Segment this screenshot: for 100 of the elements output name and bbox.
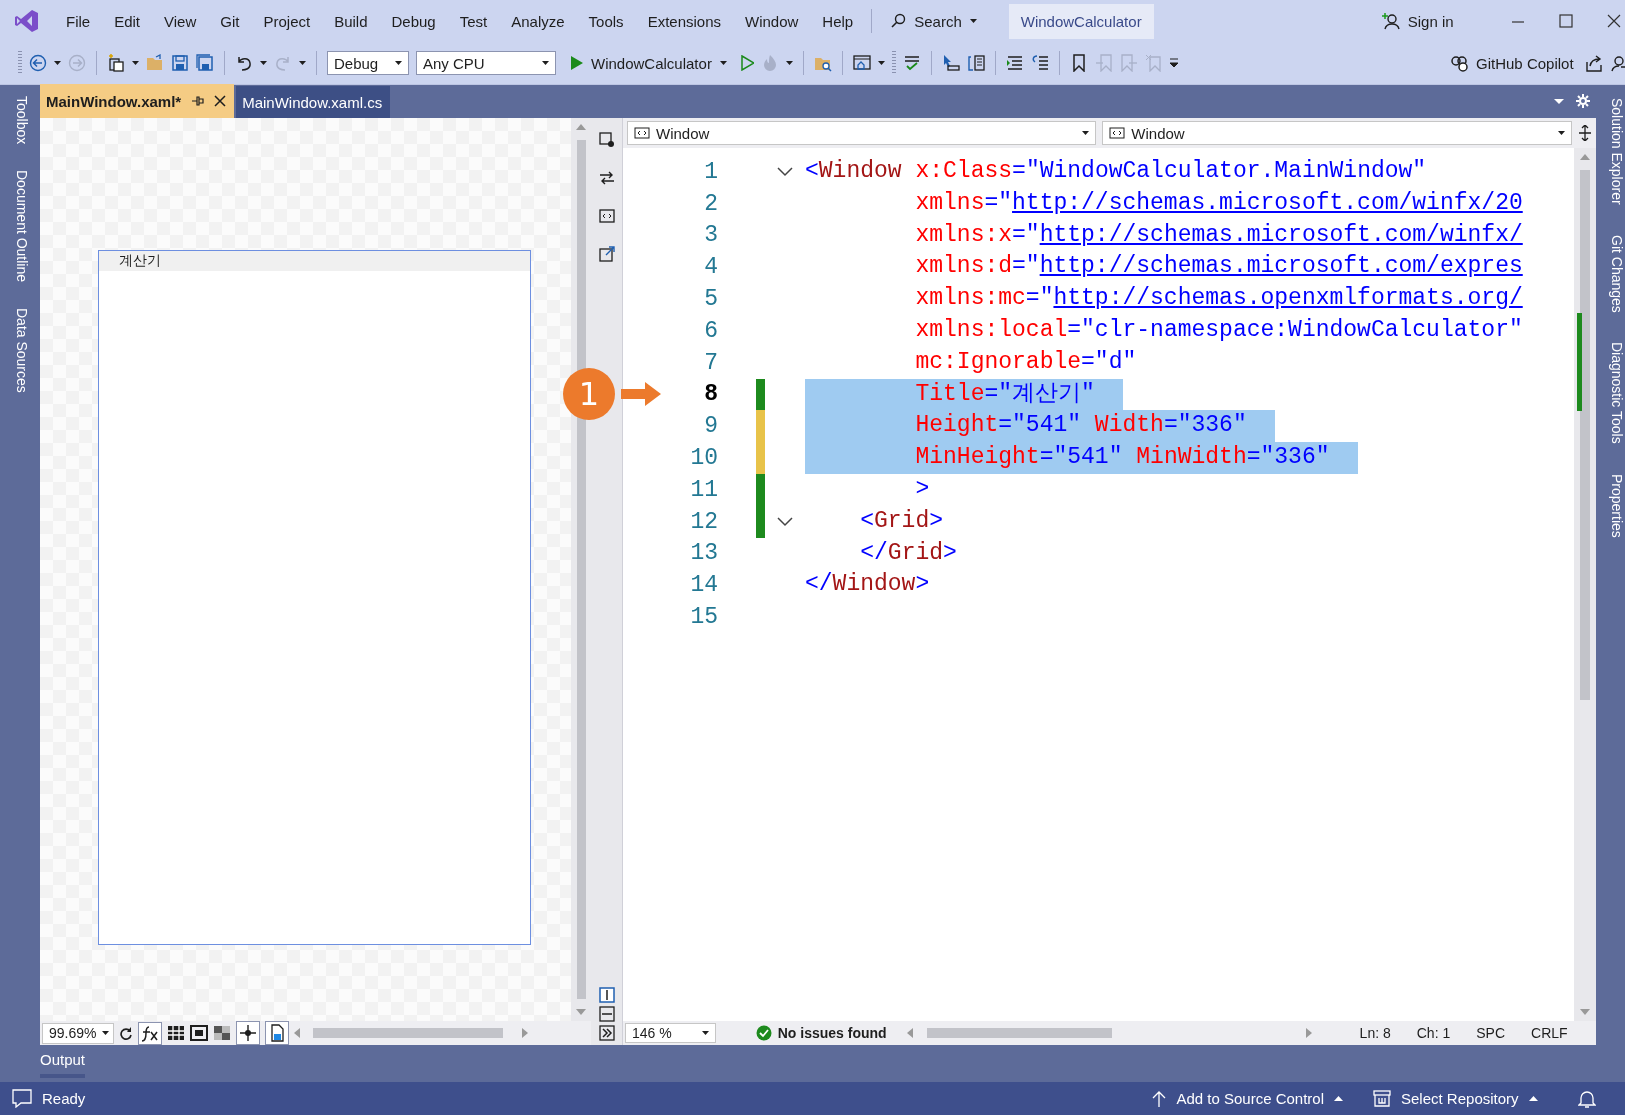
caret-icon bbox=[969, 19, 977, 23]
notification-bell-icon[interactable] bbox=[1577, 1089, 1596, 1108]
menu-item[interactable]: Build bbox=[322, 7, 380, 35]
line-number: 3 bbox=[704, 222, 718, 249]
scrollbar-thumb[interactable] bbox=[926, 1028, 1112, 1038]
issues-status[interactable]: No issues found bbox=[777, 1025, 887, 1041]
maximize-icon[interactable] bbox=[1558, 14, 1573, 28]
feedback-icon[interactable] bbox=[1609, 54, 1625, 72]
outdent-icon[interactable] bbox=[1030, 54, 1049, 72]
visual-studio-logo[interactable] bbox=[14, 8, 40, 34]
menu-item[interactable]: Analyze bbox=[499, 7, 577, 35]
collapse-pane-icon[interactable] bbox=[598, 1025, 615, 1041]
menu-item[interactable]: Extensions bbox=[635, 7, 733, 35]
line-number: 13 bbox=[690, 540, 718, 567]
undo-icon[interactable] bbox=[235, 54, 253, 72]
function-icon bbox=[141, 1024, 160, 1042]
refresh-icon[interactable] bbox=[119, 1026, 134, 1040]
back-icon[interactable] bbox=[29, 54, 47, 72]
menu-item[interactable]: Project bbox=[251, 7, 323, 35]
popout-icon[interactable] bbox=[598, 246, 615, 262]
line-number: 11 bbox=[690, 476, 718, 503]
settings-icon[interactable] bbox=[1575, 94, 1590, 108]
document-columns-icon[interactable] bbox=[966, 54, 985, 72]
split-handle-icon[interactable] bbox=[1577, 125, 1592, 141]
output-tab[interactable]: Output bbox=[40, 1045, 86, 1078]
caret-icon[interactable] bbox=[785, 61, 793, 65]
tool-window-tab[interactable]: Git Changes bbox=[1603, 230, 1625, 317]
indent-indicator[interactable]: SPC bbox=[1468, 1025, 1513, 1041]
play-outline-icon[interactable] bbox=[739, 55, 754, 71]
menu-item[interactable]: Window bbox=[733, 7, 811, 35]
sign-in-button[interactable]: Sign in bbox=[1371, 7, 1464, 35]
spell-check-icon[interactable] bbox=[902, 54, 921, 72]
save-all-icon[interactable] bbox=[196, 54, 214, 72]
menu-item[interactable]: Test bbox=[447, 7, 500, 35]
line-ending-indicator[interactable]: CRLF bbox=[1523, 1025, 1576, 1041]
new-project-icon[interactable] bbox=[107, 54, 125, 72]
overflow-icon[interactable] bbox=[1169, 58, 1178, 68]
caret-icon[interactable] bbox=[132, 61, 139, 65]
menu-item[interactable]: View bbox=[152, 7, 209, 35]
indent-icon[interactable] bbox=[1005, 54, 1024, 72]
formula-button[interactable] bbox=[138, 1021, 163, 1045]
menu-item[interactable]: Tools bbox=[576, 7, 636, 35]
caret-icon[interactable] bbox=[299, 61, 306, 65]
platform-dropdown[interactable]: Any CPU bbox=[416, 51, 556, 75]
line-indicator[interactable]: Ln: 8 bbox=[1351, 1025, 1399, 1041]
project-code-button[interactable] bbox=[265, 1021, 290, 1045]
start-button[interactable]: WindowCalculator bbox=[563, 54, 733, 72]
zoom-dropdown[interactable]: 99.69% bbox=[42, 1022, 115, 1044]
project-code-icon bbox=[268, 1024, 287, 1042]
caret-icon[interactable] bbox=[260, 61, 267, 65]
code-line: xmlns="http://schemas.microsoft.com/winfx/20 bbox=[914, 188, 1524, 218]
fold-chevron-icon[interactable] bbox=[777, 516, 793, 527]
document-tab[interactable]: MainWindow.xaml* bbox=[40, 84, 235, 118]
code-line: xmlns:local="clr-namespace:WindowCalculator" bbox=[914, 316, 1524, 345]
line-number: 14 bbox=[690, 572, 718, 599]
window-home-icon[interactable] bbox=[852, 54, 871, 72]
column-indicator[interactable]: Ch: 1 bbox=[1408, 1025, 1459, 1041]
source-control-button[interactable]: Add to Source Control bbox=[1152, 1089, 1343, 1108]
menu-item[interactable]: File bbox=[54, 7, 103, 35]
line-number: 4 bbox=[704, 254, 718, 281]
scrollbar-thumb[interactable] bbox=[313, 1028, 504, 1038]
scrollbar-thumb[interactable] bbox=[1579, 170, 1590, 700]
search-button[interactable]: Search bbox=[878, 7, 989, 35]
save-icon[interactable] bbox=[171, 54, 189, 72]
caret-icon[interactable] bbox=[54, 61, 61, 65]
menu-item[interactable]: Debug bbox=[379, 7, 448, 35]
snap-grid-icon[interactable] bbox=[190, 1024, 209, 1042]
document-tab[interactable]: MainWindow.xaml.cs bbox=[236, 86, 391, 118]
horizontal-split-icon[interactable] bbox=[598, 1006, 615, 1022]
menu-item[interactable]: Git bbox=[208, 7, 252, 35]
swap-icon[interactable] bbox=[598, 170, 615, 186]
tool-window-tab[interactable]: Diagnostic Tools bbox=[1603, 338, 1625, 449]
configuration-dropdown[interactable]: Debug bbox=[327, 51, 409, 75]
select-icon[interactable] bbox=[598, 132, 615, 148]
caret-icon[interactable] bbox=[877, 61, 885, 65]
tool-window-tab[interactable]: Data Sources bbox=[10, 306, 30, 396]
snap-lines-button[interactable] bbox=[236, 1021, 261, 1045]
tab-list-icon[interactable] bbox=[1553, 98, 1564, 104]
menu-item[interactable]: Edit bbox=[102, 7, 153, 35]
fold-chevron-icon[interactable] bbox=[777, 166, 793, 177]
grid-icon[interactable] bbox=[167, 1024, 186, 1042]
pin-icon[interactable] bbox=[191, 95, 205, 107]
select-element-icon[interactable] bbox=[941, 54, 960, 72]
menu-item[interactable]: Help bbox=[810, 7, 866, 35]
line-number: 10 bbox=[690, 445, 718, 472]
member-dropdown[interactable]: Window bbox=[1102, 121, 1572, 145]
tool-window-tab[interactable]: Properties bbox=[1603, 470, 1625, 542]
type-dropdown[interactable]: Window bbox=[627, 121, 1097, 145]
repository-button[interactable]: Select Repository bbox=[1373, 1090, 1538, 1107]
copilot-button[interactable]: GitHub Copilot bbox=[1446, 54, 1578, 72]
share-icon[interactable] bbox=[1584, 54, 1603, 72]
vertical-split-icon[interactable] bbox=[598, 987, 615, 1003]
tool-window-tab[interactable]: Solution Explorer bbox=[1603, 94, 1625, 209]
close-icon[interactable] bbox=[214, 95, 227, 107]
close-icon[interactable] bbox=[1606, 14, 1621, 28]
zoom-dropdown[interactable]: 146 % bbox=[625, 1023, 716, 1043]
tool-window-tab[interactable]: Toolbox bbox=[10, 94, 30, 147]
checker-icon[interactable] bbox=[213, 1024, 232, 1042]
code-view-icon[interactable] bbox=[598, 208, 615, 224]
tool-window-tab[interactable]: Document Outline bbox=[10, 168, 30, 285]
